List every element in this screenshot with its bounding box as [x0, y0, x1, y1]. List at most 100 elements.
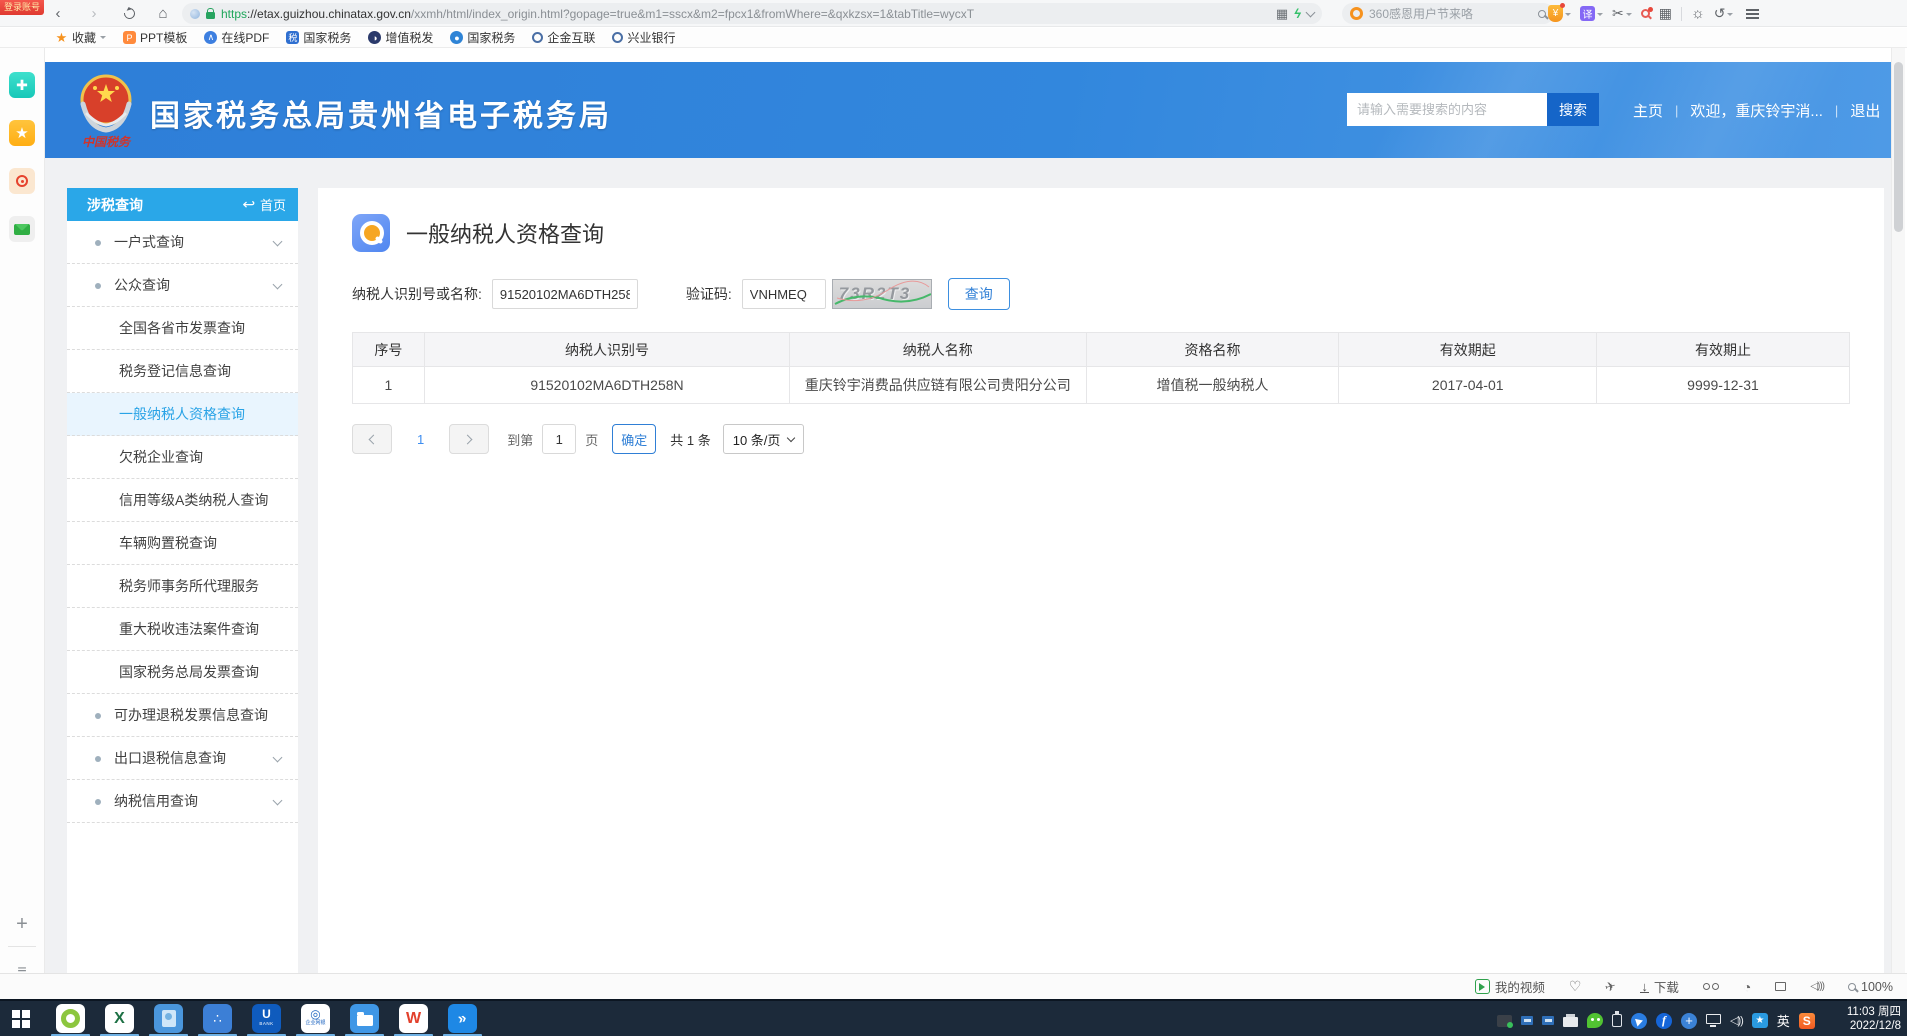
query-button[interactable]: 查询 — [948, 278, 1010, 310]
search-icon[interactable] — [1538, 10, 1546, 18]
taskbar-app-folder[interactable] — [350, 1004, 379, 1033]
bookmark-tax2[interactable]: ●国家税务 — [450, 29, 515, 46]
welcome-user-link[interactable]: 欢迎，重庆铃宇消... — [1690, 100, 1823, 121]
refresh-icon[interactable] — [119, 0, 139, 27]
download-button[interactable]: ↓下载 — [1640, 977, 1679, 996]
sidebar-item-yiban-nashuiren[interactable]: 一般纳税人资格查询 — [67, 393, 298, 436]
tray-scanner-icon[interactable] — [1497, 1015, 1512, 1027]
tray-flash-icon[interactable]: f — [1656, 1013, 1672, 1029]
goto-confirm-button[interactable]: 确定 — [612, 424, 656, 454]
goto-page-input[interactable] — [542, 424, 576, 454]
taskbar-app-excel[interactable]: X — [105, 1004, 134, 1033]
scissors-icon[interactable]: ✂ — [1612, 5, 1632, 22]
sidebar-item-zhongda[interactable]: 重大税收违法案件查询 — [67, 608, 298, 651]
captcha-input[interactable] — [742, 279, 826, 309]
find-icon[interactable] — [1641, 9, 1650, 18]
sidebar-item-nashui-xinyong[interactable]: 纳税信用查询 — [67, 780, 298, 823]
next-page-button[interactable] — [449, 424, 489, 454]
forward-icon[interactable]: › — [84, 0, 104, 27]
start-button[interactable] — [12, 1010, 30, 1028]
taxpayer-id-input[interactable] — [492, 279, 638, 309]
mail-icon[interactable] — [9, 216, 35, 242]
tray-mini-window-icon[interactable] — [1542, 1016, 1554, 1025]
sidebar-item-xinyongdengji[interactable]: 信用等级A类纳税人查询 — [67, 479, 298, 522]
bookmark-pdf[interactable]: ∧在线PDF — [204, 29, 269, 46]
quick-search-text[interactable]: 360感恩用户节来咯 — [1369, 5, 1532, 22]
site-info-icon[interactable] — [190, 9, 200, 19]
reading-glasses-icon[interactable] — [1703, 983, 1719, 990]
captcha-image[interactable]: 73R2T3 — [832, 279, 932, 309]
url-bar[interactable]: https://etax.guizhou.chinatax.gov.cn/xxm… — [182, 3, 1322, 24]
current-page[interactable]: 1 — [417, 432, 424, 447]
sidebar-item-shuiwushi[interactable]: 税务师事务所代理服务 — [67, 565, 298, 608]
page-size-select[interactable]: 10 条/页 — [723, 424, 805, 454]
page-scrollbar[interactable] — [1891, 48, 1905, 973]
sidebar-home-link[interactable]: ↩首页 — [243, 195, 286, 214]
speed-donut-icon[interactable]: ◔ — [1743, 979, 1751, 995]
translate-icon[interactable]: 译 — [1580, 6, 1603, 21]
window-icon[interactable] — [1775, 982, 1786, 991]
history-undo-icon[interactable]: ↺ — [1714, 5, 1734, 22]
tray-usb-icon[interactable] — [1612, 1014, 1622, 1027]
bookmark-favorites[interactable]: ★收藏 — [55, 29, 106, 46]
menu-icon[interactable] — [1746, 13, 1759, 15]
weibo-icon[interactable] — [9, 168, 35, 194]
sidebar-item-dengji[interactable]: 税务登记信息查询 — [67, 350, 298, 393]
taskbar-app-enterprise-ebank[interactable]: ◎企业网银 — [301, 1004, 330, 1033]
bookmark-bank2[interactable]: 兴业银行 — [612, 29, 675, 46]
sidebar-item-yihushi[interactable]: 一户式查询 — [67, 221, 298, 264]
tray-printer-icon[interactable] — [1563, 1017, 1578, 1027]
taskbar-app-wing[interactable]: » — [448, 1004, 477, 1033]
heart-icon[interactable]: ♡ — [1569, 978, 1582, 995]
qrcode-icon[interactable]: ▦ — [1276, 6, 1288, 22]
my-video-button[interactable]: 我的视频 — [1475, 977, 1545, 996]
scrollbar-thumb[interactable] — [1894, 62, 1903, 232]
taskbar-app-wps[interactable]: W — [399, 1004, 428, 1033]
url-text[interactable]: https://etax.guizhou.chinatax.gov.cn/xxm… — [221, 7, 1270, 21]
speed-bolt-icon[interactable]: ϟ — [1294, 6, 1301, 21]
tray-star-chat-icon[interactable]: ★ — [1752, 1013, 1768, 1028]
back-icon[interactable]: ‹ — [48, 0, 68, 27]
sidebar-item-tuishui-fapiao[interactable]: 可办理退税发票信息查询 — [67, 694, 298, 737]
prev-page-button[interactable] — [352, 424, 392, 454]
taskbar-clock[interactable]: 11:03 周四 2022/12/8 — [1847, 1005, 1901, 1033]
ime-indicator[interactable]: 英 — [1777, 1011, 1790, 1030]
sidebar-item-chukou-tuishui[interactable]: 出口退税信息查询 — [67, 737, 298, 780]
bookmark-bank1[interactable]: 企金互联 — [532, 29, 595, 46]
tray-wechat-icon[interactable] — [1587, 1013, 1603, 1028]
sidebar-item-cheliang[interactable]: 车辆购置税查询 — [67, 522, 298, 565]
wallet-shield-icon[interactable]: ¥ — [1548, 5, 1571, 22]
tray-network-monitor-icon[interactable] — [1706, 1014, 1721, 1024]
bookmark-vat[interactable]: ◑增值税发 — [368, 29, 433, 46]
rocket-icon[interactable]: ✈ — [1605, 979, 1616, 995]
sidebar-item-qianshui[interactable]: 欠税企业查询 — [67, 436, 298, 479]
taskbar-app-id-badge[interactable] — [154, 1004, 183, 1033]
url-dropdown-icon[interactable] — [1306, 7, 1316, 17]
tray-mini-window-icon[interactable] — [1521, 1016, 1533, 1025]
site-search-input[interactable] — [1347, 93, 1547, 126]
theme-sun-icon[interactable]: ☼ — [1691, 5, 1705, 22]
taskbar-app-360-browser[interactable] — [56, 1004, 85, 1033]
bookmark-tax1[interactable]: 税国家税务 — [286, 29, 351, 46]
quick-search-box[interactable]: 360感恩用户节来咯 — [1342, 3, 1554, 24]
logout-link[interactable]: 退出 — [1850, 100, 1880, 121]
bookmark-ppt[interactable]: PPPT模板 — [123, 29, 187, 46]
add-panel-icon[interactable]: + — [8, 913, 36, 947]
sidebar-item-fapiao[interactable]: 全国各省市发票查询 — [67, 307, 298, 350]
home-link[interactable]: 主页 — [1633, 100, 1663, 121]
sidebar-item-gongzhong[interactable]: 公众查询 — [67, 264, 298, 307]
zoom-control[interactable]: 100% — [1848, 980, 1893, 994]
login-account-badge[interactable]: 登录账号 — [0, 0, 44, 15]
apps-grid-icon[interactable]: ▦ — [1659, 5, 1672, 22]
tray-sogou-icon[interactable]: S — [1799, 1013, 1815, 1029]
tray-speaker-icon[interactable]: ◁)) — [1730, 1014, 1743, 1027]
taskbar-app-dots[interactable]: ∴ — [203, 1004, 232, 1033]
tray-plus-icon[interactable]: + — [1681, 1013, 1697, 1029]
health-app-icon[interactable]: ✚ — [9, 72, 35, 98]
favorites-star-icon[interactable]: ★ — [9, 120, 35, 146]
speaker-icon[interactable]: ◁))) — [1810, 981, 1824, 992]
site-search-button[interactable]: 搜索 — [1547, 93, 1599, 126]
taskbar-app-ubank[interactable]: UBANK — [252, 1004, 281, 1033]
sidebar-item-zongju-fapiao[interactable]: 国家税务总局发票查询 — [67, 651, 298, 694]
tray-browser-bird-icon[interactable] — [1631, 1013, 1647, 1029]
